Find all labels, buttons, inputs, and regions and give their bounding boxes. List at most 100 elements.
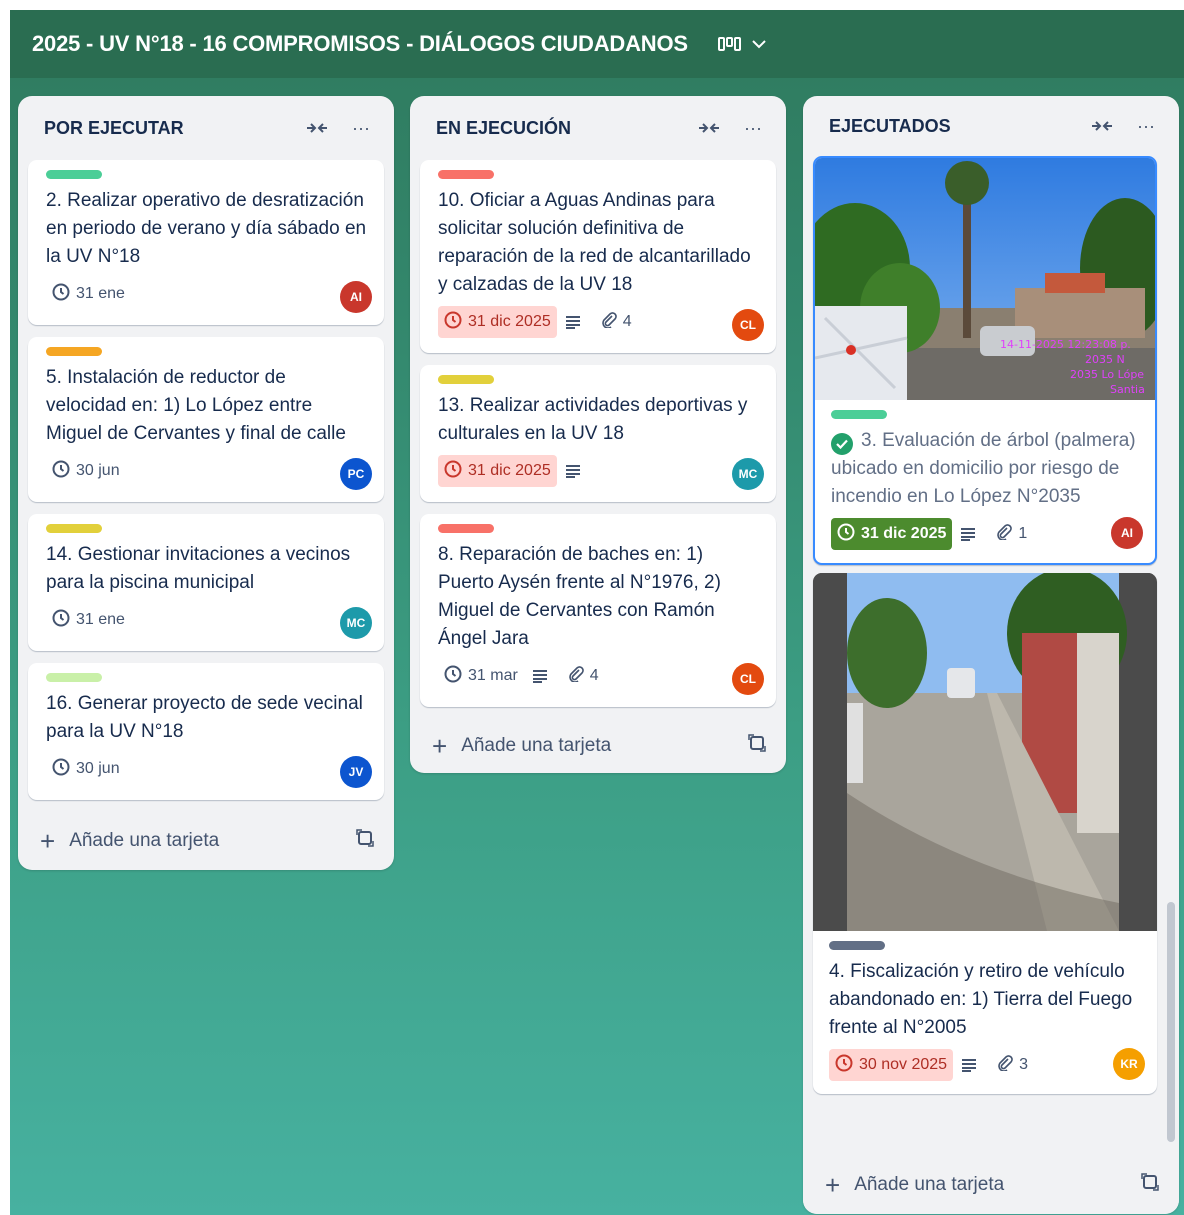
due-date-text: 30 jun <box>76 760 120 777</box>
due-date-text: 30 jun <box>76 462 120 479</box>
description-icon <box>565 315 587 329</box>
plus-icon: + <box>825 1170 841 1200</box>
card[interactable]: 14-11-2025 12:23:08 p. 2035 N 2035 Lo Ló… <box>813 156 1157 565</box>
card-title: 14. Gestionar invitaciones a vecinos par… <box>46 544 351 593</box>
attachment-badge: 1 <box>996 523 1027 545</box>
due-date-text: 30 nov 2025 <box>859 1056 948 1073</box>
due-date-text: 31 ene <box>76 611 125 628</box>
card[interactable]: 14. Gestionar invitaciones a vecinos par… <box>28 514 384 651</box>
avatar[interactable]: CL <box>732 309 764 341</box>
list-ejecutados: EJECUTADOS ··· 14-11-2025 12:23:08 p. 20… <box>803 96 1179 1214</box>
template-icon[interactable] <box>748 734 766 758</box>
avatar[interactable]: KR <box>1113 1048 1145 1080</box>
template-icon[interactable] <box>356 829 374 853</box>
avatar[interactable]: JV <box>340 756 372 788</box>
due-date-badge[interactable]: 30 jun <box>46 753 126 785</box>
card-label[interactable] <box>46 347 102 356</box>
list-menu-icon[interactable]: ··· <box>1129 111 1163 141</box>
card-title: 16. Generar proyecto de sede vecinal par… <box>46 693 363 742</box>
card[interactable]: 16. Generar proyecto de sede vecinal par… <box>28 663 384 800</box>
card-label[interactable] <box>438 170 494 179</box>
svg-text:14-11-2025 12:23:08 p.: 14-11-2025 12:23:08 p. <box>1000 338 1131 351</box>
due-date-badge[interactable]: 31 ene <box>46 604 131 636</box>
due-date-text: 31 dic 2025 <box>861 525 947 542</box>
board: 2025 - UV N°18 - 16 COMPROMISOS - DIÁLOG… <box>10 10 1184 1215</box>
view-switcher[interactable] <box>717 34 766 54</box>
avatar[interactable]: MC <box>340 607 372 639</box>
card-label[interactable] <box>829 941 885 950</box>
clock-icon <box>835 1054 859 1077</box>
paperclip-icon <box>997 1054 1019 1076</box>
description-icon <box>960 527 982 541</box>
add-card-label: Añade una tarjeta <box>854 1174 1005 1195</box>
due-date-badge[interactable]: 31 dic 2025 <box>438 306 557 338</box>
card-title: 2. Realizar operativo de desratización e… <box>46 190 367 267</box>
attachment-badge: 4 <box>568 665 599 687</box>
avatar[interactable]: AI <box>340 281 372 313</box>
card-title: 4. Fiscalización y retiro de vehículo ab… <box>829 961 1133 1038</box>
due-date-badge[interactable]: 31 ene <box>46 278 131 310</box>
list-menu-icon[interactable]: ··· <box>344 113 378 143</box>
clock-icon <box>52 283 76 306</box>
avatar[interactable]: CL <box>732 663 764 695</box>
paperclip-icon <box>996 523 1018 545</box>
avatar[interactable]: PC <box>340 458 372 490</box>
clock-icon <box>444 311 468 334</box>
template-icon[interactable] <box>1141 1173 1159 1197</box>
collapse-list-icon[interactable] <box>692 113 726 143</box>
due-date-badge[interactable]: 30 nov 2025 <box>829 1049 954 1081</box>
card[interactable]: 4. Fiscalización y retiro de vehículo ab… <box>813 573 1157 1094</box>
add-card-button[interactable]: + Añade una tarjeta <box>410 719 786 773</box>
svg-text:2035 Lo Lópe: 2035 Lo Lópe <box>1070 368 1144 381</box>
card-label[interactable] <box>438 524 494 533</box>
plus-icon: + <box>432 731 448 761</box>
attachment-badge: 4 <box>601 311 632 333</box>
card-title: 5. Instalación de reductor de velocidad … <box>46 367 346 444</box>
card-title: 3. Evaluación de árbol (palmera) ubicado… <box>831 430 1136 507</box>
list-menu-icon[interactable]: ··· <box>736 113 770 143</box>
list-title[interactable]: EN EJECUCIÓN <box>436 118 682 139</box>
list-title[interactable]: EJECUTADOS <box>829 116 1075 137</box>
board-title[interactable]: 2025 - UV N°18 - 16 COMPROMISOS - DIÁLOG… <box>32 31 688 57</box>
avatar[interactable]: AI <box>1111 517 1143 549</box>
list-scrollbar[interactable] <box>1167 902 1175 1142</box>
card[interactable]: 8. Reparación de baches en: 1) Puerto Ay… <box>420 514 776 707</box>
card-cover-image <box>813 573 1157 931</box>
card[interactable]: 10. Oficiar a Aguas Andinas para solicit… <box>420 160 776 353</box>
plus-icon: + <box>40 826 56 856</box>
card[interactable]: 2. Realizar operativo de desratización e… <box>28 160 384 325</box>
card-title: 10. Oficiar a Aguas Andinas para solicit… <box>438 190 751 295</box>
svg-text:Santia: Santia <box>1110 383 1145 396</box>
card-label[interactable] <box>46 673 102 682</box>
card-label[interactable] <box>46 170 102 179</box>
card-label[interactable] <box>46 524 102 533</box>
due-date-badge[interactable]: 31 dic 2025 <box>831 518 953 550</box>
collapse-list-icon[interactable] <box>300 113 334 143</box>
list-header: EJECUTADOS ··· <box>803 96 1179 156</box>
collapse-list-icon[interactable] <box>1085 111 1119 141</box>
card-title: 8. Reparación de baches en: 1) Puerto Ay… <box>438 544 721 649</box>
avatar[interactable]: MC <box>732 458 764 490</box>
card[interactable]: 13. Realizar actividades deportivas y cu… <box>420 365 776 502</box>
add-card-button[interactable]: + Añade una tarjeta <box>803 1156 1179 1214</box>
add-card-button[interactable]: + Añade una tarjeta <box>18 812 394 870</box>
paperclip-icon <box>568 665 590 687</box>
card-cover-image: 14-11-2025 12:23:08 p. 2035 N 2035 Lo Ló… <box>815 158 1155 400</box>
attachment-count: 4 <box>589 667 599 684</box>
list-title[interactable]: POR EJECUTAR <box>44 118 290 139</box>
due-date-text: 31 mar <box>468 667 518 684</box>
due-date-text: 31 ene <box>76 285 125 302</box>
board-view-icon <box>717 34 742 54</box>
card[interactable]: 5. Instalación de reductor de velocidad … <box>28 337 384 502</box>
list-header: EN EJECUCIÓN ··· <box>410 96 786 160</box>
card-label[interactable] <box>438 375 494 384</box>
due-date-badge[interactable]: 31 mar <box>438 660 524 692</box>
clock-icon <box>444 460 468 483</box>
card-label[interactable] <box>831 410 887 419</box>
due-date-badge[interactable]: 30 jun <box>46 455 126 487</box>
check-icon[interactable] <box>831 433 853 455</box>
chevron-down-icon <box>752 39 766 49</box>
clock-icon <box>52 758 76 781</box>
due-date-text: 31 dic 2025 <box>468 462 551 479</box>
due-date-badge[interactable]: 31 dic 2025 <box>438 455 557 487</box>
